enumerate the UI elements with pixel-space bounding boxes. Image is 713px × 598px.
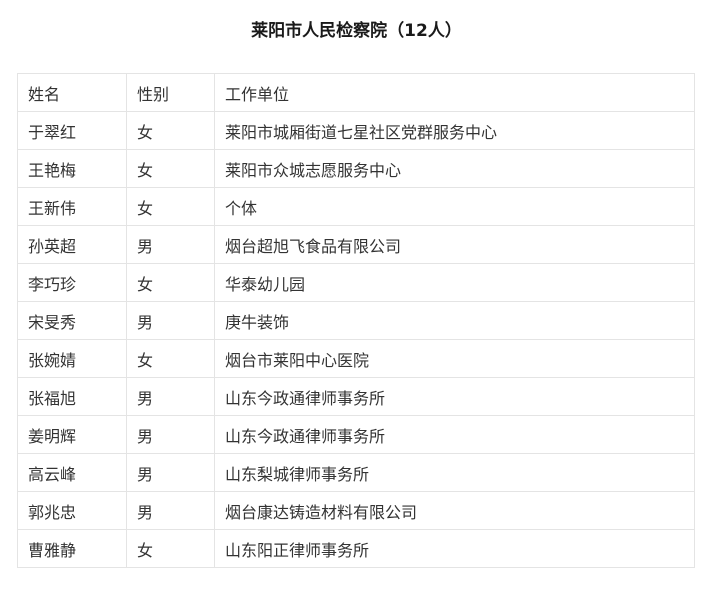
cell-gender: 女 <box>126 149 215 188</box>
cell-gender: 男 <box>126 377 215 416</box>
cell-workplace: 莱阳市众城志愿服务中心 <box>214 149 695 188</box>
table-row: 孙英超男烟台超旭飞食品有限公司 <box>17 225 695 264</box>
table-row: 张婉婧女烟台市莱阳中心医院 <box>17 339 695 378</box>
table-row: 李巧珍女华泰幼儿园 <box>17 263 695 302</box>
cell-gender: 男 <box>126 301 215 340</box>
table-row: 王新伟女个体 <box>17 187 695 226</box>
cell-gender: 女 <box>126 263 215 302</box>
table-row: 高云峰男山东梨城律师事务所 <box>17 453 695 492</box>
cell-workplace: 华泰幼儿园 <box>214 263 695 302</box>
cell-gender: 女 <box>126 111 215 150</box>
header-workplace: 工作单位 <box>214 73 695 112</box>
page-title: 莱阳市人民检察院（12人） <box>251 21 462 41</box>
cell-workplace: 山东阳正律师事务所 <box>214 529 695 568</box>
cell-workplace: 烟台康达铸造材料有限公司 <box>214 491 695 530</box>
cell-name: 姜明辉 <box>17 415 127 454</box>
roster-table: 姓名 性别 工作单位 于翠红女莱阳市城厢街道七星社区党群服务中心 王艳梅女莱阳市众… <box>17 73 695 568</box>
table-row: 王艳梅女莱阳市众城志愿服务中心 <box>17 149 695 188</box>
cell-gender: 女 <box>126 529 215 568</box>
cell-name: 于翠红 <box>17 111 127 150</box>
header-name: 姓名 <box>17 73 127 112</box>
cell-name: 孙英超 <box>17 225 127 264</box>
cell-gender: 男 <box>126 491 215 530</box>
cell-workplace: 烟台市莱阳中心医院 <box>214 339 695 378</box>
cell-workplace: 庚牛装饰 <box>214 301 695 340</box>
cell-name: 李巧珍 <box>17 263 127 302</box>
cell-name: 宋旻秀 <box>17 301 127 340</box>
cell-workplace: 烟台超旭飞食品有限公司 <box>214 225 695 264</box>
cell-name: 张婉婧 <box>17 339 127 378</box>
table-row: 姜明辉男山东今政通律师事务所 <box>17 415 695 454</box>
cell-gender: 女 <box>126 339 215 378</box>
table-row: 郭兆忠男烟台康达铸造材料有限公司 <box>17 491 695 530</box>
cell-name: 高云峰 <box>17 453 127 492</box>
cell-workplace: 山东今政通律师事务所 <box>214 415 695 454</box>
table-row: 于翠红女莱阳市城厢街道七星社区党群服务中心 <box>17 111 695 150</box>
table-row: 宋旻秀男庚牛装饰 <box>17 301 695 340</box>
cell-workplace: 个体 <box>214 187 695 226</box>
table-row: 曹雅静女山东阳正律师事务所 <box>17 529 695 568</box>
cell-gender: 男 <box>126 453 215 492</box>
header-gender: 性别 <box>126 73 215 112</box>
cell-workplace: 莱阳市城厢街道七星社区党群服务中心 <box>214 111 695 150</box>
cell-name: 王艳梅 <box>17 149 127 188</box>
cell-gender: 男 <box>126 415 215 454</box>
cell-gender: 男 <box>126 225 215 264</box>
roster-table-body: 姓名 性别 工作单位 于翠红女莱阳市城厢街道七星社区党群服务中心 王艳梅女莱阳市众… <box>17 73 695 568</box>
cell-name: 张福旭 <box>17 377 127 416</box>
cell-workplace: 山东梨城律师事务所 <box>214 453 695 492</box>
table-header-row: 姓名 性别 工作单位 <box>17 73 695 112</box>
cell-name: 郭兆忠 <box>17 491 127 530</box>
cell-name: 曹雅静 <box>17 529 127 568</box>
cell-gender: 女 <box>126 187 215 226</box>
cell-workplace: 山东今政通律师事务所 <box>214 377 695 416</box>
table-row: 张福旭男山东今政通律师事务所 <box>17 377 695 416</box>
cell-name: 王新伟 <box>17 187 127 226</box>
